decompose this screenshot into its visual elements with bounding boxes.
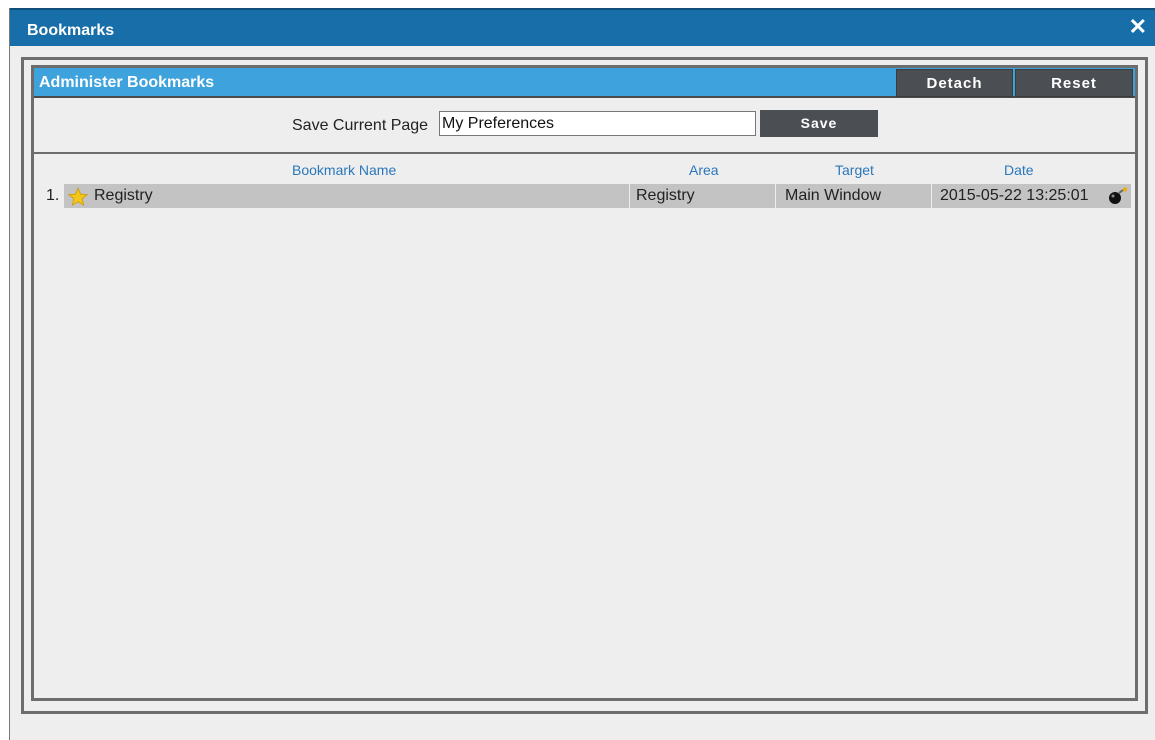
table-row[interactable]: 1. Registry Registry Main Window 2015-05… [34,184,1135,208]
detach-button[interactable]: Detach [896,69,1013,97]
date-cell: 2015-05-22 13:25:01 [932,184,1131,208]
column-header-bookmark-name[interactable]: Bookmark Name [292,162,396,178]
outer-panel: Administer Bookmarks Detach Reset Save C… [21,57,1148,714]
dialog-titlebar: Bookmarks ✕ [10,8,1155,46]
close-icon[interactable]: ✕ [1129,15,1147,39]
dialog-title: Bookmarks [27,22,115,39]
bookmark-name-input[interactable] [439,111,756,136]
reset-button[interactable]: Reset [1015,69,1133,97]
save-current-page-label: Save Current Page [292,117,429,134]
administer-bookmarks-panel: Administer Bookmarks Detach Reset Save C… [31,65,1138,701]
column-header-area[interactable]: Area [689,162,719,178]
row-index: 1. [46,187,60,204]
save-current-page-row: Save Current Page Save [34,98,1135,154]
bomb-delete-icon[interactable] [1107,187,1129,205]
target-cell: Main Window [776,184,931,208]
save-button[interactable]: Save [760,110,878,137]
area-cell: Registry [630,184,775,208]
panel-title: Administer Bookmarks [39,74,215,91]
star-icon [68,187,88,207]
column-header-target[interactable]: Target [835,162,874,178]
bookmark-name-cell[interactable]: Registry [64,184,629,208]
bookmark-name[interactable]: Registry [94,187,153,204]
panel-header: Administer Bookmarks Detach Reset [34,68,1135,98]
column-header-date[interactable]: Date [1004,162,1034,178]
bookmarks-dialog: Bookmarks ✕ Administer Bookmarks Detach … [9,8,1155,740]
